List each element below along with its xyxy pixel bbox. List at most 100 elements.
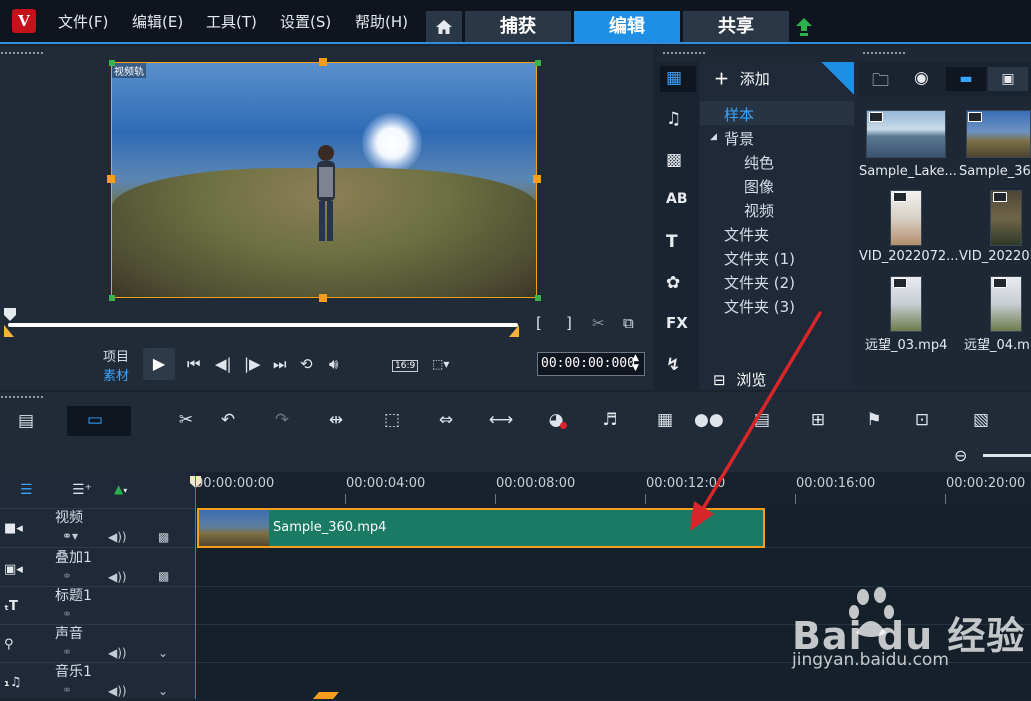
volume-icon[interactable]: 🔊︎ (329, 355, 338, 373)
link-icon[interactable]: ⚭ (62, 683, 72, 697)
snapshot-icon[interactable]: ⧉ (623, 314, 634, 332)
tree-item-solid[interactable]: 纯色 (744, 152, 774, 173)
ripple-icon[interactable]: ▩ (158, 530, 169, 544)
menu-edit[interactable]: 编辑(E) (132, 11, 183, 32)
mute-icon[interactable]: ◀)) (108, 570, 127, 584)
expand-arrow-icon[interactable]: ◢ (710, 132, 717, 142)
resize-icon[interactable]: ⬚▾ (432, 357, 449, 371)
crop-handle-tl[interactable] (109, 60, 115, 66)
aspect-ratio-button[interactable]: 16:9 (392, 360, 419, 372)
menu-file[interactable]: 文件(F) (58, 11, 108, 32)
crop-handle-top[interactable] (319, 58, 327, 66)
storyboard-view-button[interactable]: ▤ (8, 406, 56, 436)
filter-video-button[interactable]: ▬ (946, 67, 986, 91)
track-name[interactable]: 声音 (55, 623, 83, 643)
crop-handle-right[interactable] (533, 175, 541, 183)
zoom-slider[interactable] (983, 454, 1031, 457)
undo-icon[interactable]: ↶ (214, 410, 242, 430)
expand-icon[interactable]: ⬚ (378, 410, 406, 430)
play-button[interactable]: ▶ (143, 348, 175, 380)
tree-item-image[interactable]: 图像 (744, 176, 774, 197)
mode-project[interactable]: 项目 (103, 346, 129, 365)
playhead-marker-icon[interactable] (4, 308, 16, 322)
chapter-marker-icon[interactable]: ▲▾ (114, 482, 127, 496)
menu-help[interactable]: 帮助(H) (355, 11, 408, 32)
link-icon[interactable]: ⚭▾ (62, 529, 78, 543)
crop-handle-bl[interactable] (109, 295, 115, 301)
tree-item-video[interactable]: 视频 (744, 200, 774, 221)
crop-handle-bottom[interactable] (319, 294, 327, 302)
crop-handle-br[interactable] (535, 295, 541, 301)
menu-settings[interactable]: 设置(S) (280, 11, 331, 32)
import-folder-icon[interactable]: 🗀 (872, 68, 889, 97)
app-logo-icon[interactable]: V (12, 9, 36, 33)
link-icon[interactable]: ⚭ (62, 569, 72, 583)
pin-icon[interactable] (821, 62, 854, 95)
preview-video[interactable] (111, 62, 537, 298)
repeat-icon[interactable]: ⟲ (300, 355, 313, 373)
crop-handle-left[interactable] (107, 175, 115, 183)
track-manager-icon[interactable]: ☰ (20, 482, 33, 498)
library-grip[interactable] (662, 52, 706, 54)
graphic-icon[interactable]: ✿ (666, 273, 680, 293)
mute-icon[interactable]: ◀)) (108, 684, 127, 698)
mark-in-icon[interactable]: [ (536, 314, 542, 332)
link-icon[interactable]: ⚭ (62, 607, 72, 621)
tools-icon[interactable]: ✂ (172, 410, 200, 430)
next-frame-icon[interactable]: |▶ (244, 355, 261, 373)
goto-end-icon[interactable]: ⏭ (273, 355, 287, 373)
motion-icon[interactable]: ⚑ (860, 410, 888, 430)
tree-item-folder-2[interactable]: 文件夹 (2) (724, 272, 795, 293)
mode-clip[interactable]: 素材 (103, 365, 129, 384)
track-name[interactable]: 标题1 (55, 585, 92, 605)
link-icon[interactable]: ⚭ (62, 645, 72, 659)
transition-icon[interactable]: AB (666, 191, 688, 207)
goto-start-icon[interactable]: ⏮ (187, 355, 201, 373)
panel-grip[interactable] (0, 52, 44, 54)
tree-item-background[interactable]: 背景 (724, 128, 754, 149)
prev-frame-icon[interactable]: ◀| (215, 355, 232, 373)
audio-mixer-icon[interactable]: ♬ (596, 410, 624, 430)
timeline-ruler[interactable] (195, 472, 1031, 506)
tree-item-folder[interactable]: 文件夹 (724, 224, 769, 245)
menu-tools[interactable]: 工具(T) (206, 11, 257, 32)
timecode-spinner-icon[interactable]: ▲ ▼ (632, 353, 639, 373)
upload-icon[interactable] (796, 18, 812, 36)
expand-track-icon[interactable]: ⌄ (158, 646, 168, 660)
mute-icon[interactable]: ◀)) (108, 530, 127, 544)
expand-track-icon[interactable]: ⌄ (158, 684, 168, 698)
split-icon[interactable]: ⇔ (432, 410, 460, 430)
fit-icon[interactable]: ⇹ (322, 410, 350, 430)
film-icon[interactable]: ▦ (651, 410, 679, 430)
add-track-icon[interactable]: ☰⁺ (72, 482, 92, 498)
add-folder-button[interactable]: ＋ 添加 (714, 68, 770, 89)
timecode-field[interactable]: 00:00:00:000 (537, 352, 645, 376)
mute-icon[interactable]: ◀)) (108, 646, 127, 660)
tree-item-sample[interactable]: 样本 (724, 104, 754, 125)
scissors-icon[interactable]: ✂ (592, 314, 605, 332)
path-icon[interactable]: ↯ (666, 355, 680, 375)
track-name[interactable]: 音乐1 (55, 661, 92, 681)
thumb-grip[interactable] (862, 52, 906, 54)
trim-end-marker[interactable] (509, 325, 519, 337)
redo-icon[interactable]: ↷ (268, 410, 296, 430)
tree-item-folder-1[interactable]: 文件夹 (1) (724, 248, 795, 269)
trim-start-marker[interactable] (4, 325, 14, 337)
tracker-icon[interactable]: ⊡ (908, 410, 936, 430)
camera-icon[interactable]: ◉ (914, 68, 929, 88)
track-name[interactable]: 叠加1 (55, 547, 92, 567)
mask-icon[interactable]: ▧ (967, 410, 995, 430)
mark-out-icon[interactable]: ] (566, 314, 572, 332)
resize-clip-icon[interactable]: ⟷ (487, 410, 515, 430)
tab-capture[interactable]: 捕获 (465, 11, 571, 42)
instant-project-icon[interactable]: ▩ (666, 150, 682, 170)
tab-share[interactable]: 共享 (683, 11, 789, 42)
scrub-bar[interactable] (8, 323, 518, 327)
zoom-out-icon[interactable]: ⊖ (954, 446, 967, 465)
timeline-view-button[interactable]: ▭ (67, 406, 131, 436)
filter-photo-button[interactable]: ▣ (988, 67, 1028, 91)
media-icon[interactable]: ▦ (666, 68, 682, 88)
audio-icon[interactable]: ♫ (666, 109, 681, 129)
tab-home[interactable] (426, 11, 462, 42)
ripple-icon[interactable]: ▩ (158, 569, 169, 583)
